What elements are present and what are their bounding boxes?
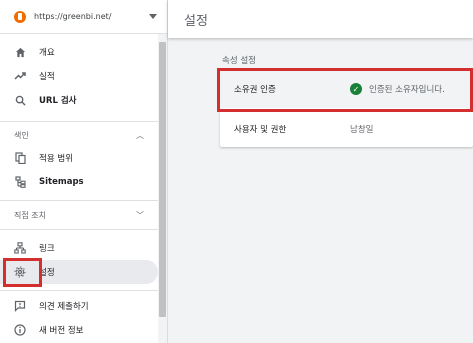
settings-row-value: ✓ 인증된 소유자입니다. (350, 83, 445, 95)
info-icon (14, 324, 26, 336)
divider (0, 121, 158, 122)
ownership-status-text: 인증된 소유자입니다. (369, 85, 445, 95)
section-title-property-settings: 속성 설정 (222, 56, 256, 66)
home-icon (14, 46, 26, 58)
sidebar-item-links[interactable]: 링크 (0, 236, 158, 260)
chevron-down-icon: ﹀ (136, 210, 144, 220)
divider (0, 229, 158, 230)
sidebar-item-new-version[interactable]: 새 버전 정보 (0, 318, 158, 342)
sidebar-item-feedback[interactable]: 의견 제출하기 (0, 294, 158, 318)
sidebar-scrollbar-thumb[interactable] (159, 42, 166, 317)
dropdown-caret-icon[interactable] (149, 14, 157, 19)
section-header-manual-actions[interactable]: 직접 조치 ﹀ (0, 204, 158, 226)
settings-card: 소유권 인증 ✓ 인증된 소유자입니다. 사용자 및 권한 남창일 (220, 70, 473, 147)
sidebar-item-overview[interactable]: 개요 (0, 40, 158, 64)
sidebar: https://greenbi.net/ 개요 실적 URL 검사 색인 ︿ 적… (0, 0, 168, 343)
check-circle-icon: ✓ (350, 83, 362, 95)
site-favicon-icon (14, 10, 26, 23)
sidebar-item-label: 링크 (39, 244, 55, 254)
sidebar-item-performance[interactable]: 실적 (0, 64, 158, 88)
trending-up-icon (14, 70, 26, 82)
page-title: 설정 (184, 13, 208, 29)
top-app-bar: 설정 (168, 0, 473, 38)
sidebar-item-sitemaps[interactable]: Sitemaps (0, 170, 158, 194)
sidebar-item-coverage[interactable]: 적용 범위 (0, 146, 158, 170)
divider (0, 290, 158, 291)
copy-icon (14, 152, 26, 164)
sidebar-item-label: 적용 범위 (39, 154, 73, 164)
sidebar-item-label: 설정 (39, 268, 55, 278)
settings-row-ownership[interactable]: 소유권 인증 ✓ 인증된 소유자입니다. (220, 70, 473, 108)
chevron-up-icon: ︿ (136, 130, 144, 140)
section-header-label: 색인 (14, 130, 29, 140)
settings-row-users-permissions[interactable]: 사용자 및 권한 남창일 (220, 109, 473, 147)
feedback-icon (14, 300, 26, 312)
settings-row-key: 소유권 인증 (234, 85, 276, 95)
sidebar-item-label: 의견 제출하기 (39, 302, 89, 312)
gear-icon (14, 266, 26, 278)
section-header-label: 직접 조치 (14, 210, 46, 220)
settings-row-value: 남창일 (350, 124, 374, 135)
property-selector[interactable]: https://greenbi.net/ (0, 0, 167, 34)
settings-row-key: 사용자 및 권한 (234, 124, 287, 135)
sidebar-item-settings[interactable]: 설정 (0, 260, 158, 284)
sidebar-item-label: URL 검사 (39, 96, 77, 106)
property-url: https://greenbi.net/ (34, 12, 112, 21)
sidebar-item-label: Sitemaps (39, 177, 84, 187)
links-icon (14, 242, 26, 254)
sidebar-item-url-inspection[interactable]: URL 검사 (0, 88, 158, 112)
sidebar-item-label: 새 버전 정보 (39, 326, 84, 336)
sitemap-icon (14, 176, 26, 188)
search-icon (14, 94, 26, 106)
section-header-index[interactable]: 색인 ︿ (0, 124, 158, 146)
sidebar-item-label: 개요 (39, 48, 55, 58)
sidebar-item-label: 실적 (39, 72, 55, 82)
divider (0, 200, 158, 201)
